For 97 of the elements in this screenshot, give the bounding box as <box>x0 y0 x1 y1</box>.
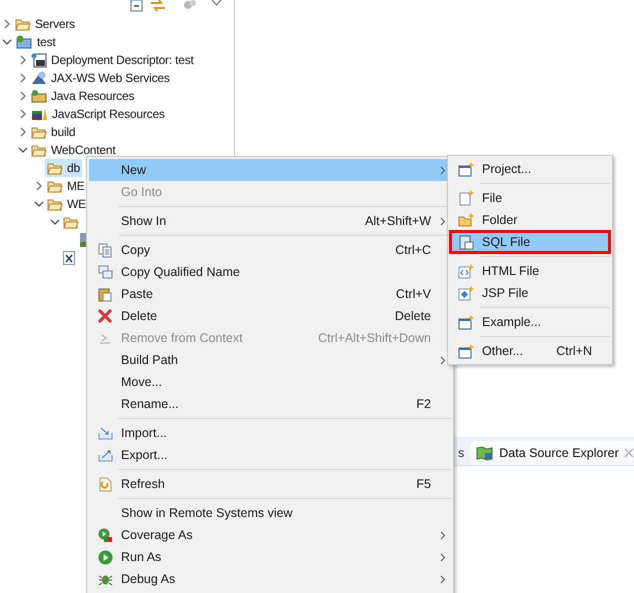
tree-item-label: build <box>51 125 76 139</box>
map-icon <box>476 446 494 460</box>
collapsed-chevron-icon[interactable] <box>18 55 28 65</box>
web-service-icon <box>31 71 47 85</box>
menu-item[interactable]: Build Path <box>89 349 451 371</box>
folder-icon <box>47 162 63 174</box>
copy-qualified-icon <box>98 265 112 279</box>
xml-file-icon <box>63 251 75 265</box>
new-file-icon <box>458 190 474 206</box>
menu-item[interactable]: Project... <box>450 158 610 180</box>
jar-icon <box>79 233 87 247</box>
tree-item-label: JavaScript Resources <box>52 107 165 121</box>
expanded-chevron-icon[interactable] <box>2 37 12 47</box>
collapse-all-icon[interactable] <box>130 0 144 12</box>
menu-item[interactable]: Refresh F5 <box>89 473 451 495</box>
tree-item-label: db <box>67 161 80 175</box>
menu-item[interactable]: Copy Qualified Name <box>89 261 451 283</box>
menu-item[interactable]: Debug As <box>89 568 451 590</box>
tree-item-row[interactable]: Java Resources <box>29 87 136 105</box>
menu-item[interactable]: Paste Ctrl+V <box>89 283 451 305</box>
tree-item-label: Java Resources <box>51 89 134 103</box>
folder-icon <box>47 198 63 210</box>
menu-item[interactable]: SQL File <box>450 231 610 253</box>
tree-item-row[interactable]: WebContent <box>29 141 118 159</box>
books-icon <box>31 107 48 121</box>
menu-item[interactable]: Show in Remote Systems view <box>89 502 451 524</box>
tree-item-label: Deployment Descriptor: test <box>51 53 194 67</box>
menu-item[interactable]: Import... <box>89 422 451 444</box>
menu-item[interactable]: Export... <box>89 444 451 466</box>
link-icon[interactable] <box>150 0 166 12</box>
menu-item[interactable]: Folder <box>450 209 610 231</box>
copy-icon <box>98 242 112 258</box>
expanded-chevron-icon[interactable] <box>18 145 28 155</box>
tree-item-label: ME <box>67 179 85 193</box>
menu-item[interactable]: Rename... F2 <box>89 393 451 415</box>
menu-caret-icon[interactable] <box>211 0 222 6</box>
run-icon <box>98 550 112 564</box>
tree-item-row[interactable] <box>61 249 77 267</box>
collapsed-chevron-icon[interactable] <box>18 127 28 137</box>
menu-item[interactable]: Delete Delete <box>89 305 451 327</box>
tree-item-label: test <box>37 35 56 49</box>
collapsed-chevron-icon[interactable] <box>2 19 12 29</box>
menu-item[interactable]: JSP File <box>450 282 610 304</box>
tree-item-row[interactable]: Deployment Descriptor: test <box>29 51 196 69</box>
collapsed-chevron-icon[interactable] <box>18 109 28 119</box>
menu-item[interactable]: Coverage As <box>89 524 451 546</box>
new-wizard-icon <box>458 344 474 358</box>
folder-icon <box>63 216 79 228</box>
export-icon <box>98 448 112 462</box>
jsp-file-icon <box>458 286 474 300</box>
library-icon <box>31 89 47 103</box>
tree-item-row[interactable]: ME <box>45 177 87 195</box>
menu-item[interactable]: Move... <box>89 371 451 393</box>
folder-icon <box>31 126 47 138</box>
expanded-chevron-icon[interactable] <box>50 217 60 227</box>
folder-icon <box>31 144 47 156</box>
close-icon[interactable] <box>624 448 634 458</box>
menu-item[interactable]: Show In Alt+Shift+W <box>89 210 451 232</box>
menu-item[interactable]: File <box>450 187 610 209</box>
tree-item-row[interactable]: test <box>13 33 58 51</box>
folder-icon <box>47 180 63 192</box>
view-tab[interactable]: s <box>452 441 470 465</box>
clipboard-icon <box>98 286 112 302</box>
html-file-icon <box>458 264 474 278</box>
collapsed-chevron-icon[interactable] <box>18 73 28 83</box>
menu-item[interactable]: Copy Ctrl+C <box>89 239 451 261</box>
tree-item-label: JAX-WS Web Services <box>51 71 170 85</box>
tree-item-row[interactable]: build <box>29 123 78 141</box>
new-wizard-icon <box>458 162 474 176</box>
menu-item[interactable]: Example... <box>450 311 610 333</box>
tree-item-label: Servers <box>35 17 75 31</box>
expanded-chevron-icon[interactable] <box>34 199 44 209</box>
tree-item-label: WE <box>67 197 86 211</box>
collapsed-chevron-icon[interactable] <box>18 91 28 101</box>
coverage-icon <box>98 528 112 542</box>
tree-item-label: WebContent <box>51 143 116 157</box>
delete-icon <box>98 309 112 323</box>
refresh-icon <box>98 476 112 492</box>
menu-item[interactable]: HTML File <box>450 260 610 282</box>
active-view-tab[interactable]: Data Source Explorer <box>470 441 634 465</box>
remove-context-icon <box>98 332 112 344</box>
descriptor-icon <box>31 52 47 68</box>
tree-item-row[interactable] <box>77 231 89 249</box>
collapsed-chevron-icon[interactable] <box>34 181 44 191</box>
folder-icon <box>15 18 31 30</box>
tree-item-row[interactable]: JavaScript Resources <box>29 105 167 123</box>
new-wizard-icon <box>458 314 474 330</box>
menu-item[interactable]: Run As <box>89 546 451 568</box>
tree-item-row[interactable]: WE <box>45 195 88 213</box>
project-icon <box>15 35 33 49</box>
new-folder-icon <box>458 213 474 227</box>
menu-item[interactable]: Other... Ctrl+N <box>450 340 610 362</box>
selected-tree-item[interactable]: db <box>45 159 82 177</box>
tree-item-row[interactable]: JAX-WS Web Services <box>29 69 172 87</box>
tree-item-row[interactable]: Servers <box>13 15 77 33</box>
import-icon <box>98 426 112 440</box>
sql-file-icon <box>458 234 474 250</box>
